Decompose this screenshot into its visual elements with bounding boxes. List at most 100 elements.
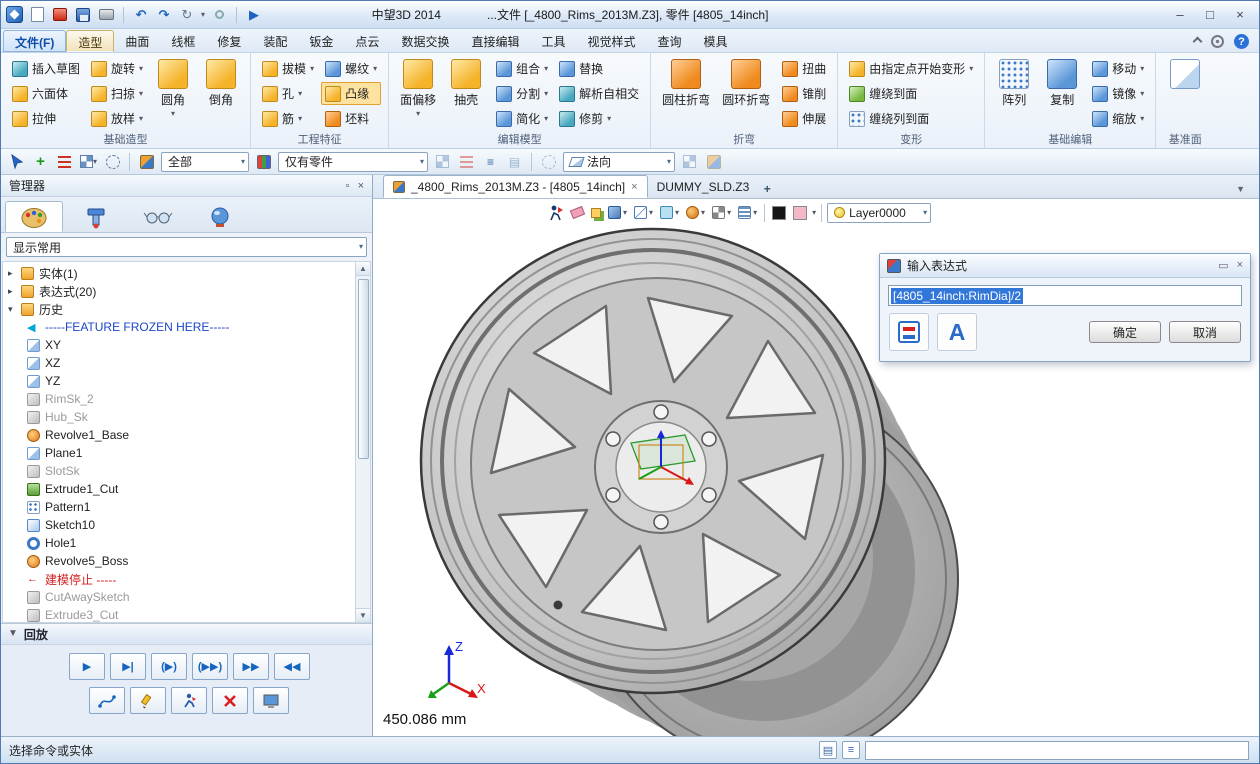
tab-direct-edit[interactable]: 直接编辑 — [460, 30, 530, 52]
thread-button[interactable]: 螺纹▾ — [321, 57, 381, 80]
loft-button[interactable]: 放样▾ — [87, 107, 147, 130]
select-arrow-icon[interactable] — [7, 152, 26, 171]
face-offset-button[interactable]: 面偏移▾ — [396, 56, 440, 118]
tab-visual-style[interactable]: 视觉样式 — [576, 30, 646, 52]
texture-mode-icon[interactable]: ▾ — [710, 202, 733, 223]
new-document-button[interactable] — [28, 6, 46, 24]
filter-entity-dropdown[interactable]: 仅有零件 ▾ — [278, 152, 428, 172]
close-button[interactable]: × — [1225, 4, 1255, 26]
pick-from-list-icon[interactable]: ≡ — [481, 152, 500, 171]
insert-sketch-button[interactable]: 插入草图 — [8, 57, 84, 80]
print-button[interactable] — [97, 6, 115, 24]
status-grid-icon[interactable]: ▤ — [819, 741, 837, 759]
ok-button[interactable]: 确定 — [1089, 321, 1161, 343]
document-tab-active[interactable]: _4800_Rims_2013M.Z3 - [4805_14inch] × — [383, 175, 648, 198]
tree-item-history[interactable]: ▾ 历史 — [3, 300, 354, 318]
replay-to-start-button[interactable]: ◀◀ — [274, 653, 310, 680]
play-macro-button[interactable]: ▶ — [245, 6, 263, 24]
selection-list-icon[interactable] — [55, 152, 74, 171]
section-mode-icon[interactable]: ▾ — [736, 202, 759, 223]
selection-grid-icon[interactable]: ▾ — [79, 152, 98, 171]
scale-button[interactable]: 缩放▾ — [1088, 107, 1148, 130]
tree-item-rimsk2[interactable]: RimSk_2 — [3, 390, 354, 408]
tree-item-cutawaysketch[interactable]: CutAwaySketch — [3, 588, 354, 606]
undo-button[interactable]: ↶ — [132, 6, 150, 24]
tree-item-plane1[interactable]: Plane1 — [3, 444, 354, 462]
tree-scrollbar[interactable]: ▲ ▼ — [355, 262, 370, 622]
box-button[interactable]: 六面体 — [8, 82, 84, 105]
chamfer-button[interactable]: 倒角 — [199, 56, 243, 108]
tree-item-stop-marker[interactable]: ← 建模停止 ----- — [3, 570, 354, 588]
tree-item-extrude1cut[interactable]: Extrude1_Cut — [3, 480, 354, 498]
viewport-3d[interactable]: ▾ ▾ ▾ ▾ ▾ ▾ ▾ Layer0000 ▾ — [373, 199, 1259, 736]
replay-screen-button[interactable] — [253, 687, 289, 714]
scroll-up-icon[interactable]: ▲ — [356, 262, 370, 276]
aux-icon-1[interactable] — [680, 152, 699, 171]
snap-icon[interactable] — [539, 152, 558, 171]
tab-assembly-manager[interactable] — [67, 201, 125, 232]
tab-data-exchange[interactable]: 数据交换 — [390, 30, 460, 52]
close-tab-icon[interactable]: × — [631, 181, 637, 193]
tree-item-frozen-marker[interactable]: ◀ -----FEATURE FROZEN HERE----- — [3, 318, 354, 336]
face-display-icon[interactable]: ▾ — [658, 202, 681, 223]
tab-file[interactable]: 文件(F) — [3, 30, 66, 52]
sweep-button[interactable]: 扫掠▾ — [87, 82, 147, 105]
cancel-button[interactable]: 取消 — [1169, 321, 1241, 343]
tab-list-icon[interactable]: ▼ — [1232, 184, 1249, 198]
tab-pointcloud[interactable]: 点云 — [344, 30, 390, 52]
expression-input[interactable]: [4805_14inch:RimDia]/2 — [888, 285, 1242, 306]
tab-surface[interactable]: 曲面 — [114, 30, 160, 52]
cylinder-bend-button[interactable]: 圆柱折弯 — [658, 56, 714, 108]
tab-mold[interactable]: 模具 — [693, 30, 739, 52]
layers-icon[interactable] — [589, 202, 603, 223]
replay-edit-button[interactable] — [130, 687, 166, 714]
command-input[interactable] — [865, 741, 1249, 760]
insert-expression-button[interactable] — [889, 313, 929, 351]
hole-button[interactable]: 孔▾ — [258, 82, 318, 105]
edge-color-swatch[interactable] — [770, 202, 788, 223]
divide-button[interactable]: 分割▾ — [492, 82, 552, 105]
help-icon[interactable]: ? — [1234, 34, 1249, 49]
replay-step-button[interactable]: ▶| — [110, 653, 146, 680]
replay-fast-to-button[interactable]: (▶▶) — [192, 653, 228, 680]
tree-item-pattern1[interactable]: Pattern1 — [3, 498, 354, 516]
tab-assembly[interactable]: 装配 — [252, 30, 298, 52]
show-filter-dropdown[interactable]: 显示常用 ▾ — [6, 237, 367, 257]
expander-icon[interactable]: ▸ — [8, 268, 21, 279]
simplify-button[interactable]: 简化▾ — [492, 107, 552, 130]
tree-item-expressions[interactable]: ▸ 表达式(20) — [3, 282, 354, 300]
tab-wireframe[interactable]: 线框 — [160, 30, 206, 52]
draft-button[interactable]: 拔模▾ — [258, 57, 318, 80]
trim-button[interactable]: 修剪▾ — [555, 107, 643, 130]
replay-play-to-button[interactable]: (▶) — [151, 653, 187, 680]
scrollbar-thumb[interactable] — [358, 279, 369, 459]
eraser-icon[interactable] — [569, 202, 586, 223]
tab-history-manager[interactable] — [5, 201, 63, 232]
open-file-button[interactable] — [51, 6, 69, 24]
scroll-down-icon[interactable]: ▼ — [356, 608, 370, 622]
chevron-down-icon[interactable]: ▾ — [812, 209, 816, 217]
replay-header[interactable]: ▼ 回放 — [1, 623, 372, 645]
tree-item-hole1[interactable]: Hole1 — [3, 534, 354, 552]
shell-button[interactable]: 抽壳 — [444, 56, 488, 108]
rib-button[interactable]: 筋▾ — [258, 107, 318, 130]
options-icon[interactable] — [210, 6, 228, 24]
new-tab-button[interactable]: + — [758, 180, 776, 198]
pick-all-icon[interactable] — [457, 152, 476, 171]
close-panel-icon[interactable]: × — [358, 180, 364, 192]
lasso-select-icon[interactable] — [103, 152, 122, 171]
tab-repair[interactable]: 修复 — [206, 30, 252, 52]
replay-run-button[interactable] — [171, 687, 207, 714]
replay-curve-button[interactable] — [89, 687, 125, 714]
comment-icon[interactable]: ▭ — [1218, 259, 1228, 272]
render-mode-icon[interactable]: ▾ — [684, 202, 707, 223]
tree-item-extrude3cut[interactable]: Extrude3_Cut — [3, 606, 354, 623]
shaded-display-icon[interactable]: ▾ — [606, 202, 629, 223]
face-color-swatch[interactable] — [791, 202, 809, 223]
app-logo-icon[interactable] — [5, 6, 23, 24]
filter-all-dropdown[interactable]: 全部 ▾ — [161, 152, 249, 172]
pattern-button[interactable]: 阵列 — [992, 56, 1036, 108]
extrude-button[interactable]: 拉伸 — [8, 107, 84, 130]
lip-button[interactable]: 凸缘 — [321, 82, 381, 105]
tab-visibility-manager[interactable] — [129, 201, 187, 232]
